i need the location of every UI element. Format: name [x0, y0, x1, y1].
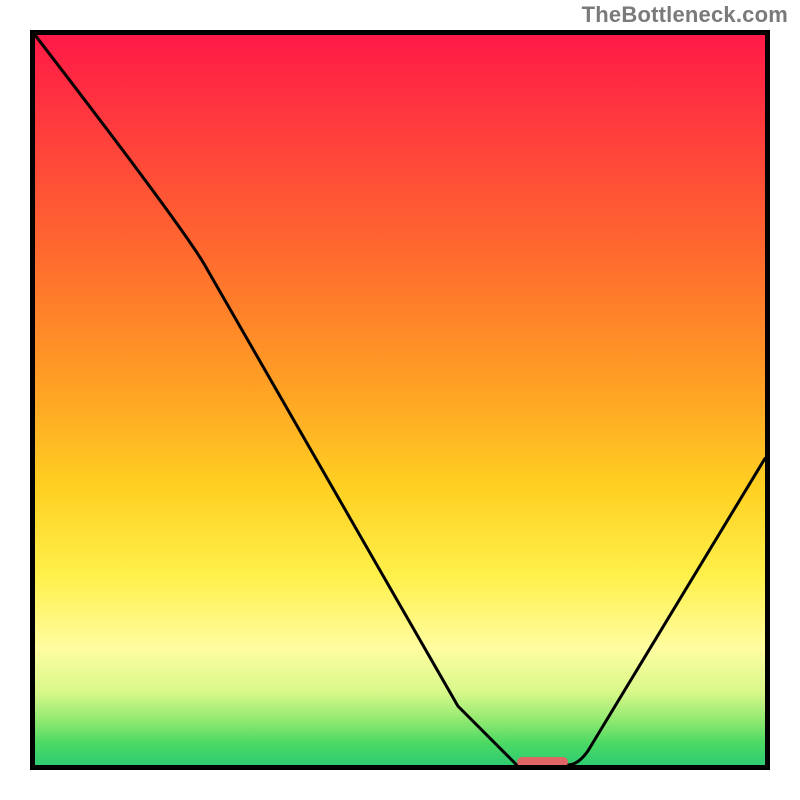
- chart-container: TheBottleneck.com: [0, 0, 800, 800]
- optimal-range-marker: [517, 757, 568, 767]
- watermark-text: TheBottleneck.com: [582, 2, 788, 28]
- plot-area: [30, 30, 770, 770]
- bottleneck-curve: [35, 35, 765, 765]
